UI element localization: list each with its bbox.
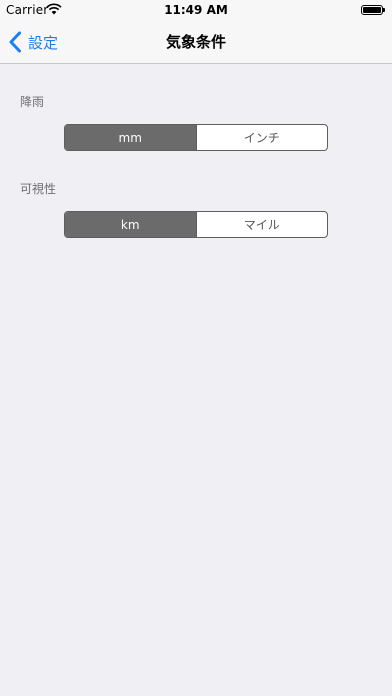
rain-unit-segmented-control: mm インチ [64,124,328,151]
rain-section-label: 降雨 [20,95,45,109]
segment-mile[interactable]: マイル [195,212,328,237]
segment-km[interactable]: km [65,212,196,237]
chevron-left-icon [9,31,21,53]
navigation-bar: 設定 気象条件 [0,20,392,64]
status-bar: Carrier 11:49 AM [0,0,392,20]
visibility-section-label: 可視性 [20,182,57,196]
battery-icon [361,5,385,15]
page-title: 気象条件 [165,33,226,51]
segment-inch[interactable]: インチ [195,125,328,150]
back-label: 設定 [28,33,59,52]
back-button[interactable]: 設定 [8,20,58,64]
status-time: 11:49 AM [164,3,228,17]
visibility-unit-segmented-control: km マイル [64,211,328,238]
segment-mm[interactable]: mm [65,125,196,150]
